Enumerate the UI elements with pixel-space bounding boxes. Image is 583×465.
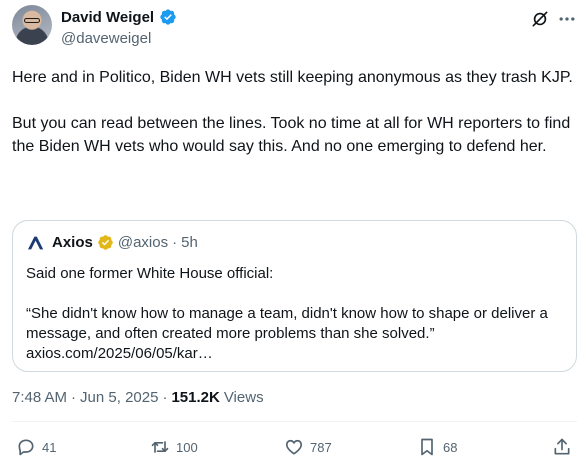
tweet-date[interactable]: Jun 5, 2025 [80,389,158,406]
share-button[interactable] [552,437,572,457]
quoted-link[interactable]: axios.com/2025/06/05/kar… [26,344,566,364]
quoted-tweet-body: Said one former White House official: “S… [26,264,566,364]
tweet-text: Here and in Politico, Biden WH vets stil… [12,66,577,158]
avatar-glasses [24,18,40,23]
quoted-paragraph: Said one former White House official: [26,265,274,282]
author-avatar[interactable] [12,5,52,45]
reply-button[interactable]: 41 [16,437,56,457]
reply-icon [18,439,34,456]
tweet-paragraph: Here and in Politico, Biden WH vets stil… [12,69,573,86]
gold-verified-badge-icon [98,235,113,250]
heart-icon [285,439,303,455]
reply-count: 41 [42,439,57,455]
author-handle[interactable]: @daveweigel [61,30,151,47]
repost-icon [151,441,169,453]
views-label: Views [223,389,264,406]
bookmark-button[interactable]: 68 [417,437,457,457]
repost-count: 100 [176,439,198,455]
tweet-meta: 7:48 AM · Jun 5, 2025 · 151.2K Views [12,389,264,406]
axios-logo-icon [28,236,44,249]
quoted-tweet-card[interactable]: Axios @axios · 5h Said one former White … [12,220,577,372]
meta-separator: · [162,389,168,406]
like-button[interactable]: 787 [284,437,332,457]
quoted-tweet-header: Axios @axios · 5h [26,234,198,251]
quoted-timestamp[interactable]: 5h [181,234,198,251]
grok-icon[interactable] [530,9,550,29]
action-bar: 41 100 787 68 [0,437,583,463]
quoted-paragraph: “She didn't know how to manage a team, d… [26,305,548,342]
divider [12,421,577,422]
tweet-paragraph: But you can read between the lines. Took… [12,115,571,155]
bookmark-count: 68 [443,439,458,455]
quoted-separator: · [172,234,178,251]
share-icon [554,438,570,455]
quoted-author-handle[interactable]: @axios [118,234,168,251]
like-count: 787 [310,439,332,455]
bookmark-icon [421,438,433,456]
author-name-row: David Weigel [61,8,177,26]
views-count[interactable]: 151.2K [171,389,219,406]
more-icon[interactable] [557,9,577,29]
meta-separator: · [71,389,77,406]
quoted-author-name[interactable]: Axios [52,234,93,251]
tweet-time[interactable]: 7:48 AM [12,389,67,406]
verified-badge-icon [160,9,176,25]
repost-button[interactable]: 100 [150,437,198,457]
author-display-name[interactable]: David Weigel [61,9,154,26]
